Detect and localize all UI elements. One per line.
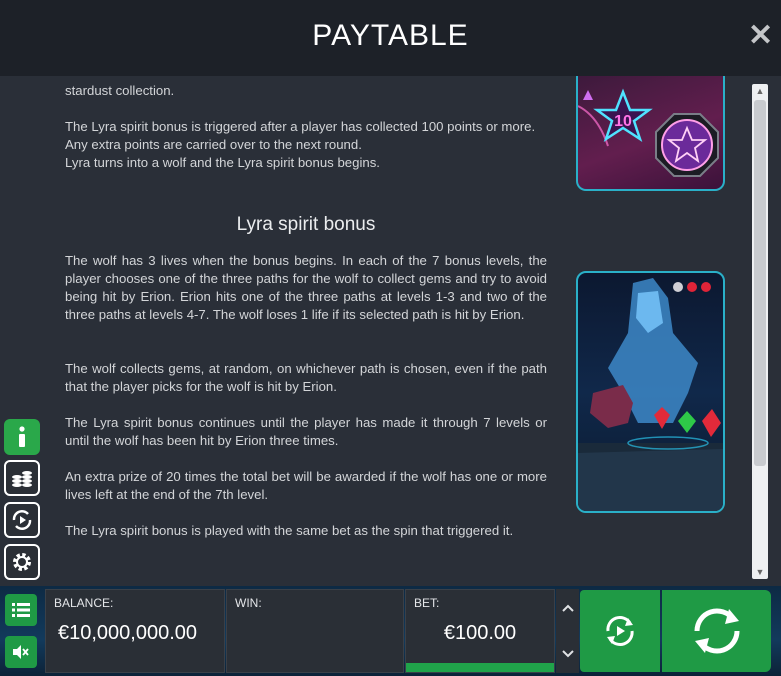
page-title: PAYTABLE — [312, 19, 469, 52]
paragraph-trigger: The Lyra spirit bonus is triggered after… — [65, 119, 536, 152]
bet-label: BET: — [414, 596, 440, 610]
autoplay-settings-button[interactable] — [4, 502, 40, 538]
paragraph-gems: The wolf collects gems, at random, on wh… — [65, 361, 547, 394]
bet-increase-arrow[interactable] — [556, 595, 579, 625]
close-icon[interactable]: ✕ — [748, 21, 773, 51]
star-orb-illustration: 10 — [576, 76, 725, 191]
menu-button[interactable] — [5, 594, 37, 626]
scroll-thumb[interactable] — [754, 100, 766, 466]
gem-red-icon — [702, 409, 721, 437]
paragraph-continues: The Lyra spirit bonus continues until th… — [65, 415, 547, 448]
coins-icon — [12, 471, 32, 487]
section-heading: Lyra spirit bonus — [236, 214, 376, 235]
bet-box: BET: €100.00 — [405, 589, 555, 673]
paragraph-stardust: stardust collection. — [65, 83, 175, 98]
autoplay-icon — [12, 510, 32, 530]
settings-icon — [13, 553, 31, 571]
heart-icon — [701, 282, 711, 292]
balance-box: BALANCE: €10,000,000.00 — [45, 589, 225, 673]
paytable-header: PAYTABLE ✕ — [0, 0, 781, 76]
paragraph-lives: The wolf has 3 lives when the bonus begi… — [65, 253, 547, 322]
erion-wolf-svg — [578, 278, 723, 511]
info-button[interactable] — [4, 419, 40, 455]
content-scrollbar[interactable]: ▲ ▼ — [752, 84, 768, 579]
paragraph-wolf-turn: Lyra turns into a wolf and the Lyra spir… — [65, 155, 380, 170]
bet-value: €100.00 — [443, 622, 517, 644]
win-label: WIN: — [235, 596, 262, 610]
info-icon — [19, 426, 25, 447]
autoplay-icon — [606, 616, 634, 646]
spin-button[interactable] — [662, 590, 771, 672]
bet-adjust — [556, 589, 579, 673]
paragraph-prize: An extra prize of 20 times the total bet… — [65, 469, 547, 502]
scroll-up-arrow[interactable]: ▲ — [752, 84, 768, 98]
bet-settings-button[interactable] — [4, 460, 40, 496]
win-box: WIN: — [226, 589, 404, 673]
autoplay-button[interactable] — [580, 590, 660, 672]
balance-label: BALANCE: — [54, 596, 114, 610]
menu-list-icon — [12, 603, 30, 617]
spin-icon — [694, 608, 739, 654]
gem-green-icon — [678, 411, 696, 433]
star-number: 10 — [614, 113, 632, 130]
balance-value: €10,000,000.00 — [58, 622, 198, 644]
mute-icon — [13, 645, 29, 659]
star-orb-svg: 10 — [578, 88, 719, 177]
bet-decrease-arrow[interactable] — [556, 645, 579, 675]
erion-wolf-illustration — [576, 271, 725, 513]
sound-toggle-button[interactable] — [5, 636, 37, 668]
bet-level-bar — [406, 663, 554, 672]
paragraph-same-bet: The Lyra spirit bonus is played with the… — [65, 523, 514, 538]
heart-icon — [673, 282, 683, 292]
paragraph-trigger-block: The Lyra spirit bonus is triggered after… — [65, 118, 547, 172]
paytable-content: stardust collection. The Lyra spirit bon… — [0, 76, 781, 586]
settings-button[interactable] — [4, 544, 40, 580]
heart-icon — [687, 282, 697, 292]
scroll-down-arrow[interactable]: ▼ — [752, 565, 768, 579]
